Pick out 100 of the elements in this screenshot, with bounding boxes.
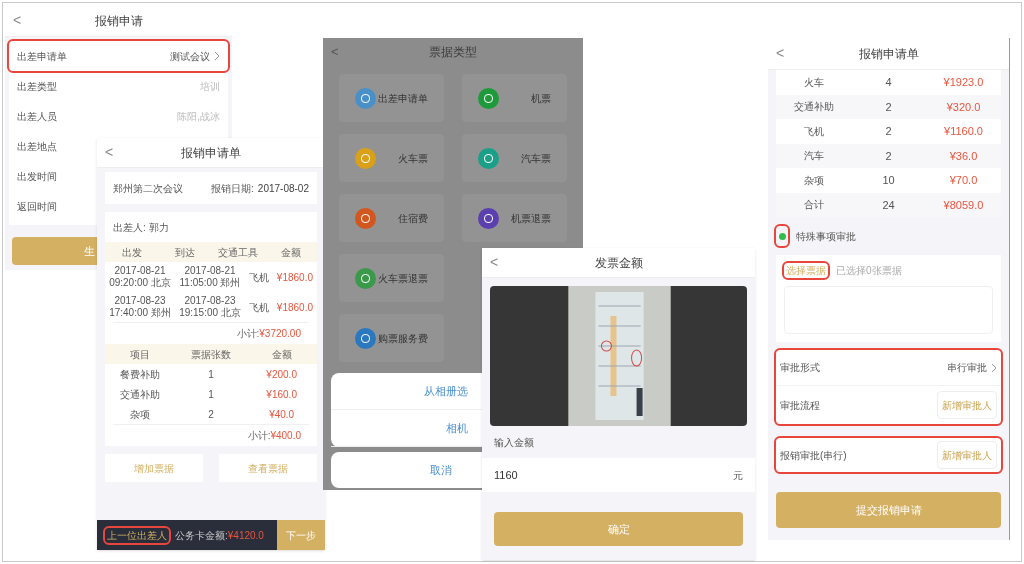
special-approval-label: 特殊事项审批 [796, 229, 856, 244]
amount-cell-text: ¥1160.0 [943, 124, 984, 139]
screen-title: 发票金额 [594, 254, 643, 272]
table-cell-text: 2 [207, 407, 215, 422]
column-header: 票据张数 [190, 347, 232, 362]
table-cell-text: 2017-08-21 09:20:00 北京 [108, 265, 172, 289]
column-header: 出发 [120, 245, 143, 260]
date-value: 2017-08-02 [257, 181, 309, 196]
table-cell-text: 2 [884, 99, 893, 115]
row-label: 出差类型 [17, 79, 58, 94]
form-row[interactable]: 出差人员 陈阳,战冰 [9, 101, 228, 131]
amount-cell-text: ¥200.0 [265, 367, 298, 382]
row-label: 审批形式 [780, 361, 821, 375]
column-header: 金额 [270, 347, 293, 362]
screen-title: 报销申请单 [181, 144, 241, 162]
back-button[interactable]: < [105, 142, 115, 163]
subtotal-value: ¥400.0 [270, 429, 301, 443]
table-cell-text: 杂项 [129, 407, 152, 422]
table-cell-text: 交通补助 [792, 100, 835, 115]
meeting-name: 郑州第二次会议 [113, 181, 183, 196]
cancel-button[interactable]: 取消 [331, 452, 482, 488]
row-label: 审批流程 [780, 398, 821, 413]
approval-form-row[interactable]: 审批形式 串行审批 [776, 350, 1001, 386]
table-cell-text: 1 [207, 387, 215, 402]
screen-title: 报销申请 [94, 12, 143, 30]
table-cell-text: 汽车 [802, 149, 825, 164]
row-label: 出差申请单 [17, 49, 68, 64]
form-row[interactable]: 出差申请单 测试会议 [9, 41, 228, 71]
bill-type-tile[interactable]: 出差申请单 [339, 74, 444, 122]
amount-label: 输入金额 [494, 435, 534, 450]
subtotal-label: 小计: [247, 429, 271, 443]
form-row[interactable]: 返回时间 [9, 191, 93, 221]
amount-cell-text: ¥36.0 [948, 148, 979, 164]
add-approver-button[interactable]: 新增审批人 [937, 441, 997, 469]
table-cell-text: 飞机 [248, 270, 270, 285]
row-label: 出差地点 [17, 139, 58, 154]
amount-cell-text: ¥1923.0 [942, 75, 985, 90]
subtotal-label: 小计: [236, 327, 260, 341]
ticket-button[interactable]: 查看票据 [219, 454, 317, 482]
back-button[interactable]: < [331, 42, 341, 62]
bill-type-tile[interactable]: 火车票退票 [339, 254, 444, 302]
row-value: 陈阳,战冰 [177, 109, 220, 124]
amount-input[interactable]: 1160 [494, 466, 733, 484]
table-cell-text: 10 [881, 173, 896, 188]
amount-cell-text: ¥8059.0 [942, 197, 985, 213]
amount-field[interactable]: 1160 元 [482, 458, 755, 492]
previous-traveler-button[interactable]: 上一位出差人 [105, 527, 169, 543]
column-header: 到达 [173, 245, 196, 260]
table-cell-text: 飞机 [248, 300, 270, 315]
row-label: 报销审批(串行) [780, 448, 848, 463]
unit-label: 元 [733, 468, 743, 483]
row-label: 返回时间 [17, 199, 58, 214]
table-cell-text: 1 [207, 367, 215, 382]
screen-title: 报销申请单 [858, 45, 919, 63]
screen-title: 票据类型 [429, 44, 477, 61]
chevron-icon [991, 362, 997, 373]
traveler-name: 出差人: 郭力 [113, 220, 169, 235]
card-amount: ¥4120.0 [227, 528, 264, 543]
form-row[interactable]: 出发时间 [9, 161, 93, 191]
amount-cell-text: ¥40.0 [268, 407, 296, 422]
bill-type-tile[interactable]: 火车票 [339, 134, 444, 182]
amount-cell-text: ¥320.0 [945, 99, 982, 115]
column-header: 交通工具 [216, 245, 259, 260]
back-button[interactable]: < [13, 10, 23, 31]
table-cell-text: 火车 [802, 75, 825, 90]
selected-count: 已选择0张票据 [836, 264, 902, 278]
bill-type-tile[interactable]: 机票退票 [462, 194, 567, 242]
bill-type-tile[interactable]: 住宿费 [339, 194, 444, 242]
amount-cell-text: ¥160.0 [265, 387, 298, 402]
ticket-button[interactable]: 增加票据 [105, 454, 203, 482]
bill-type-tile[interactable]: 汽车票 [462, 134, 567, 182]
back-button[interactable]: < [490, 252, 500, 273]
amount-cell-text: ¥70.0 [948, 173, 979, 188]
bill-type-tile[interactable]: 机票 [462, 74, 567, 122]
back-button[interactable]: < [776, 43, 786, 64]
table-cell-text: 合计 [802, 198, 825, 213]
form-row[interactable]: 出差地点 [9, 131, 93, 161]
table-cell-text: 2017-08-23 19:15:00 北京 [178, 295, 242, 319]
row-value: 测试会议 [170, 49, 210, 64]
table-cell-text: 飞机 [802, 124, 825, 139]
table-cell-text: 杂项 [802, 173, 825, 188]
table-cell-text: 餐费补助 [119, 367, 162, 382]
table-cell-text: 交通补助 [119, 387, 162, 402]
column-header: 项目 [129, 347, 152, 362]
select-tickets-link[interactable]: 选择票据 [784, 263, 828, 278]
amount-cell-text: ¥1860.0 [275, 300, 314, 315]
date-label: 报销日期: [211, 181, 254, 196]
row-label: 出差人员 [17, 109, 58, 124]
add-approver-button[interactable]: 新增审批人 [937, 391, 997, 419]
table-cell-text: 2017-08-23 17:40:00 郑州 [108, 295, 172, 319]
amount-cell-text: ¥1860.0 [275, 270, 314, 285]
bill-type-tile[interactable]: 购票服务费 [339, 314, 444, 362]
row-value: 串行审批 [947, 361, 987, 375]
row-label: 出发时间 [17, 169, 58, 184]
chevron-icon [214, 51, 220, 61]
table-cell-text: 24 [881, 197, 896, 213]
table-cell-text: 4 [884, 75, 893, 90]
subtotal-value: ¥3720.00 [259, 327, 301, 341]
table-cell-text: 2 [884, 148, 893, 164]
table-cell-text: 2017-08-21 11:05:00 郑州 [178, 265, 242, 289]
